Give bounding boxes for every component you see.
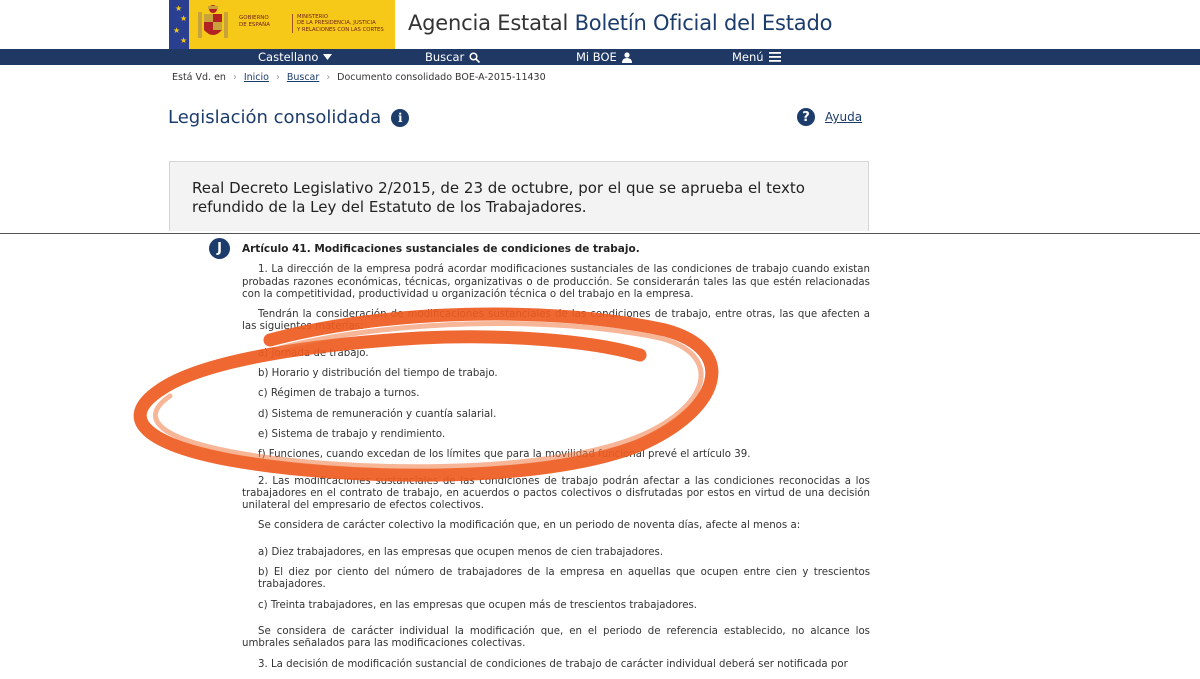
info-icon[interactable]: i [391,108,410,127]
government-logo[interactable]: ★ ★ ★ ★ GOBIERNO DE ESPAÑA MINISTERIO DE… [169,0,395,49]
breadcrumb-current: Documento consolidado BOE-A-2015-11430 [337,72,546,83]
page-title: Legislación consolidada i [168,107,410,128]
breadcrumb-separator-icon: › [276,72,280,83]
list-item: a) Jornada de trabajo. [258,347,369,359]
article-paragraph: Se considera de carácter colectivo la mo… [258,520,801,532]
help-link-group[interactable]: ? Ayuda [797,108,862,126]
list-item: c) Treinta trabajadores, en las empresas… [258,599,698,611]
agency-title[interactable]: Agencia Estatal Boletín Oficial del Esta… [408,11,832,35]
article-paragraph: Tendrán la consideración de modificacion… [242,309,870,333]
breadcrumb-prefix: Está Vd. en [172,72,226,83]
user-icon [621,51,632,63]
breadcrumb-home-link[interactable]: Inicio [244,72,269,83]
breadcrumb-separator-icon: › [326,72,331,83]
help-icon[interactable]: ? [797,108,815,126]
article-body: Artículo 41. Modificaciones sustanciales… [242,240,870,679]
search-icon [469,51,481,63]
ministry-label: MINISTERIO DE LA PRESIDENCIA, JUSTICIA Y… [292,14,384,33]
law-title: Real Decreto Legislativo 2/2015, de 23 d… [192,179,805,216]
article-paragraph: 1. La dirección de la empresa podrá acor… [242,264,870,300]
divider [0,233,1200,234]
list-item: c) Régimen de trabajo a turnos. [258,388,420,400]
list-item: a) Diez trabajadores, en las empresas qu… [258,546,664,558]
hamburger-icon [768,52,781,62]
eu-flag-strip: ★ ★ ★ ★ [169,0,189,49]
coat-of-arms-icon [198,5,228,38]
breadcrumb-separator-icon: › [232,72,237,83]
site-header: ★ ★ ★ ★ GOBIERNO DE ESPAÑA MINISTERIO DE… [0,0,1200,49]
jurisprudence-badge[interactable]: J [209,238,230,259]
article-paragraph: 2. Las modificaciones sustanciales de la… [242,475,870,512]
list-item: f) Funciones, cuando excedan de los lími… [258,449,751,461]
list-item: b) El diez por ciento del número de trab… [258,567,870,591]
language-selector[interactable]: Castellano [258,50,333,64]
government-label: GOBIERNO DE ESPAÑA [239,15,271,28]
breadcrumb: Está Vd. en › Inicio › Buscar › Document… [172,72,546,83]
nav-search[interactable]: Buscar [425,50,481,64]
list-item: e) Sistema de trabajo y rendimiento. [258,428,446,440]
help-link[interactable]: Ayuda [825,110,862,124]
article-paragraph: Se considera de carácter individual la m… [242,625,870,650]
breadcrumb-search-link[interactable]: Buscar [287,72,319,83]
article-title: Artículo 41. Modificaciones sustanciales… [242,243,640,255]
main-navbar: Castellano Buscar Mi BOE Menú [0,49,1200,65]
list-item: b) Horario y distribución del tiempo de … [258,368,498,380]
nav-menu[interactable]: Menú [732,50,781,64]
caret-down-icon [323,54,333,60]
article-paragraph: 3. La decisión de modificación sustancia… [258,658,848,670]
list-item: d) Sistema de remuneración y cuantía sal… [258,408,497,420]
nav-myboe[interactable]: Mi BOE [576,50,632,64]
law-title-box: Real Decreto Legislativo 2/2015, de 23 d… [169,161,869,231]
